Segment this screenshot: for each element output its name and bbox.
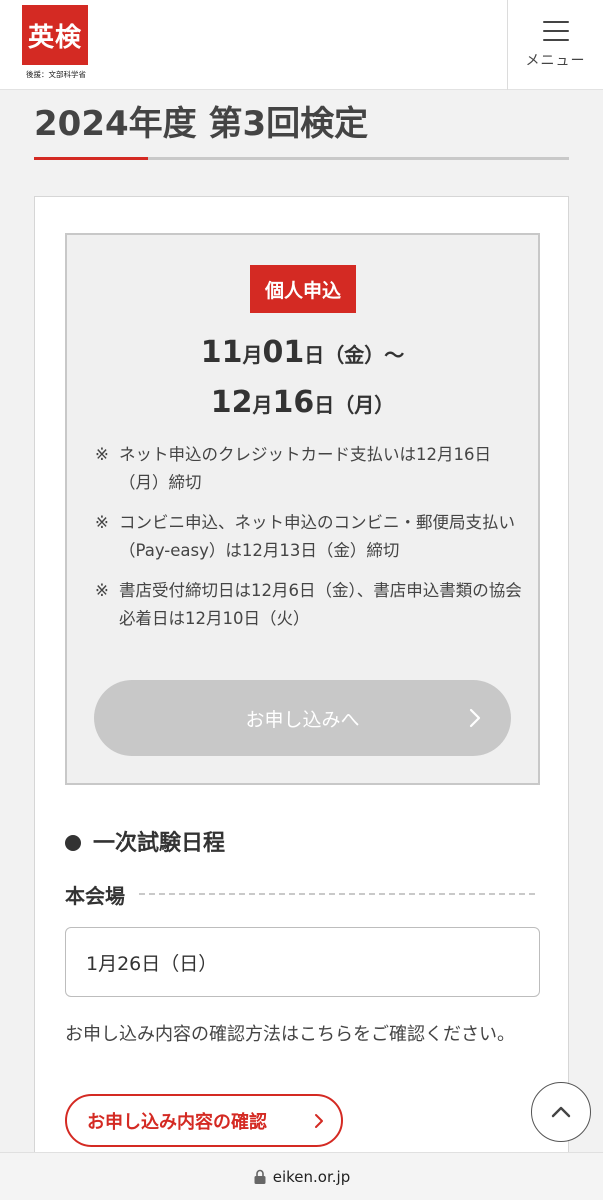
browser-url-bar[interactable]: eiken.or.jp [0, 1152, 603, 1200]
note-text: ネット申込のクレジットカード支払いは12月16日（月）締切 [119, 445, 491, 492]
application-notes: ※ ネット申込のクレジットカード支払いは12月16日（月）締切 ※ コンビニ申込… [95, 441, 525, 645]
dashed-divider [139, 893, 535, 895]
end-month: 12 [210, 385, 253, 420]
eiken-logo[interactable]: 英検 後援：文部科学省 [22, 5, 90, 81]
logo-subtitle: 後援：文部科学省 [26, 70, 86, 79]
chevron-right-icon [315, 1114, 323, 1128]
note-text: コンビニ申込、ネット申込のコンビニ・郵便局支払い（Pay-easy）は12月13… [119, 513, 515, 560]
application-end-date: 12月16日（月） [67, 385, 538, 420]
scroll-to-top-button[interactable] [531, 1082, 591, 1142]
title-underline-accent [34, 157, 148, 160]
menu-label: メニュー [525, 52, 586, 69]
schedule-heading-text: 一次試験日程 [93, 831, 226, 856]
confirm-button-label: お申し込み内容の確認 [87, 1111, 267, 1133]
note-mark: ※ [95, 445, 109, 464]
note-item: ※ コンビニ申込、ネット申込のコンビニ・郵便局支払い（Pay-easy）は12月… [95, 509, 525, 565]
start-month: 11 [200, 335, 243, 370]
start-day: 01 [262, 335, 305, 370]
start-day-unit: 日 [304, 343, 325, 367]
hamburger-icon [542, 20, 569, 41]
note-item: ※ 書店受付締切日は12月6日（金）、書店申込書類の協会必着日は12月10日（火… [95, 577, 525, 633]
logo-mark: 英検 [22, 5, 88, 65]
bullet-dot-icon [65, 835, 81, 851]
apply-button[interactable]: お申し込みへ [94, 680, 511, 756]
note-mark: ※ [95, 513, 109, 532]
start-month-unit: 月 [242, 343, 263, 367]
apply-button-label: お申し込みへ [245, 708, 360, 731]
venue-date: 1月26日（日） [86, 952, 218, 975]
end-weekday: （月） [334, 393, 395, 417]
exam-card: 個人申込 11月01日（金）～ 12月16日（月） ※ ネット申込のクレジットカ… [34, 196, 569, 1200]
menu-button[interactable]: メニュー [507, 0, 603, 90]
site-header: 英検 後援：文部科学省 メニュー [0, 0, 603, 90]
application-start-date: 11月01日（金）～ [67, 335, 538, 370]
lock-icon [254, 1169, 266, 1184]
application-period-box: 個人申込 11月01日（金）～ 12月16日（月） ※ ネット申込のクレジットカ… [65, 233, 540, 785]
venue-date-box: 1月26日（日） [65, 927, 540, 997]
note-mark: ※ [95, 581, 109, 600]
end-day-unit: 日 [314, 393, 335, 417]
title-underline [34, 157, 569, 160]
chevron-up-icon [551, 1106, 571, 1118]
start-weekday: （金）～ [324, 343, 405, 367]
chevron-right-icon [469, 708, 481, 728]
page-title: 2024年度 第3回検定 [34, 104, 369, 144]
venue-row: 本会場 [65, 879, 535, 909]
note-item: ※ ネット申込のクレジットカード支払いは12月16日（月）締切 [95, 441, 525, 497]
end-month-unit: 月 [252, 393, 273, 417]
confirm-application-button[interactable]: お申し込み内容の確認 [65, 1094, 343, 1147]
url-text: eiken.or.jp [272, 1167, 351, 1186]
end-day: 16 [272, 385, 315, 420]
note-text: 書店受付締切日は12月6日（金）、書店申込書類の協会必着日は12月10日（火） [119, 581, 522, 628]
venue-label: 本会場 [65, 883, 125, 908]
individual-application-badge: 個人申込 [250, 265, 356, 313]
first-exam-schedule-heading: 一次試験日程 [65, 825, 225, 857]
confirm-description: お申し込み内容の確認方法はこちらをご確認ください。 [65, 1024, 515, 1045]
